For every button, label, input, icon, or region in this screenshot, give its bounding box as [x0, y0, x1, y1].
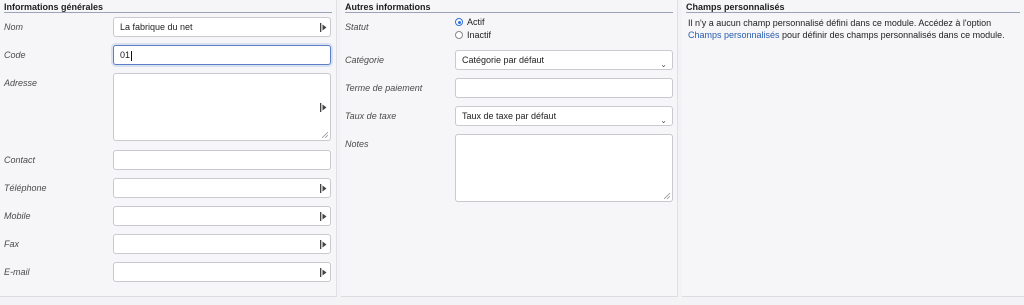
message-text: pour définir des champs personnalisés da…: [779, 30, 1005, 40]
contact-input[interactable]: [113, 150, 331, 170]
notes-textarea[interactable]: [455, 134, 673, 202]
taux-value: Taux de taxe par défaut: [462, 111, 557, 121]
mobile-label: Mobile: [4, 211, 31, 221]
statut-label: Statut: [345, 22, 369, 32]
email-label: E-mail: [4, 267, 30, 277]
adresse-label: Adresse: [4, 78, 38, 88]
fax-label: Fax: [4, 239, 20, 249]
telephone-input[interactable]: [113, 178, 331, 198]
autofill-icon[interactable]: [320, 212, 327, 221]
statut-radio-actif[interactable]: Actif: [455, 17, 485, 27]
chevron-down-icon: ⌄: [660, 116, 667, 125]
fax-input[interactable]: [113, 234, 331, 254]
nom-value: La fabrique du net: [120, 22, 193, 32]
notes-label: Notes: [345, 139, 369, 149]
message-text: Il n'y a aucun champ personnalisé défini…: [688, 18, 992, 28]
autofill-icon[interactable]: [320, 184, 327, 193]
categorie-select[interactable]: Catégorie par défaut ⌄: [455, 50, 673, 70]
adresse-textarea[interactable]: [113, 73, 331, 141]
resize-handle-icon[interactable]: [322, 132, 328, 138]
chevron-down-icon: ⌄: [660, 60, 667, 69]
custom-fields-panel: Champs personnalisés: [682, 0, 1024, 297]
autofill-icon[interactable]: [320, 103, 327, 112]
custom-fields-title: Champs personnalisés: [686, 2, 1020, 13]
terme-input[interactable]: [455, 78, 673, 98]
nom-input[interactable]: La fabrique du net: [113, 17, 331, 37]
telephone-label: Téléphone: [4, 183, 47, 193]
mobile-input[interactable]: [113, 206, 331, 226]
contact-label: Contact: [4, 155, 36, 165]
categorie-label: Catégorie: [345, 55, 385, 65]
nom-label: Nom: [4, 22, 24, 32]
text-caret: [131, 50, 133, 61]
autofill-icon[interactable]: [320, 240, 327, 249]
taux-select[interactable]: Taux de taxe par défaut ⌄: [455, 106, 673, 126]
radio-unselected-icon[interactable]: [455, 31, 463, 39]
code-label: Code: [4, 50, 26, 60]
email-input[interactable]: [113, 262, 331, 282]
terme-label: Terme de paiement: [345, 83, 423, 93]
other-info-title: Autres informations: [345, 2, 673, 13]
resize-handle-icon[interactable]: [664, 193, 670, 199]
statut-option-label: Inactif: [467, 30, 492, 40]
autofill-icon[interactable]: [320, 23, 327, 32]
autofill-icon[interactable]: [320, 268, 327, 277]
general-info-title: Informations générales: [4, 2, 332, 13]
custom-fields-link[interactable]: Champs personnalisés: [688, 30, 780, 40]
statut-radio-inactif[interactable]: Inactif: [455, 30, 491, 40]
custom-fields-message: Il n'y a aucun champ personnalisé défini…: [688, 17, 1008, 41]
taux-label: Taux de taxe: [345, 111, 397, 121]
statut-option-label: Actif: [467, 17, 485, 27]
categorie-value: Catégorie par défaut: [462, 55, 545, 65]
code-input[interactable]: 01: [113, 45, 331, 65]
code-value: 01: [120, 50, 131, 60]
radio-selected-icon[interactable]: [455, 18, 463, 26]
